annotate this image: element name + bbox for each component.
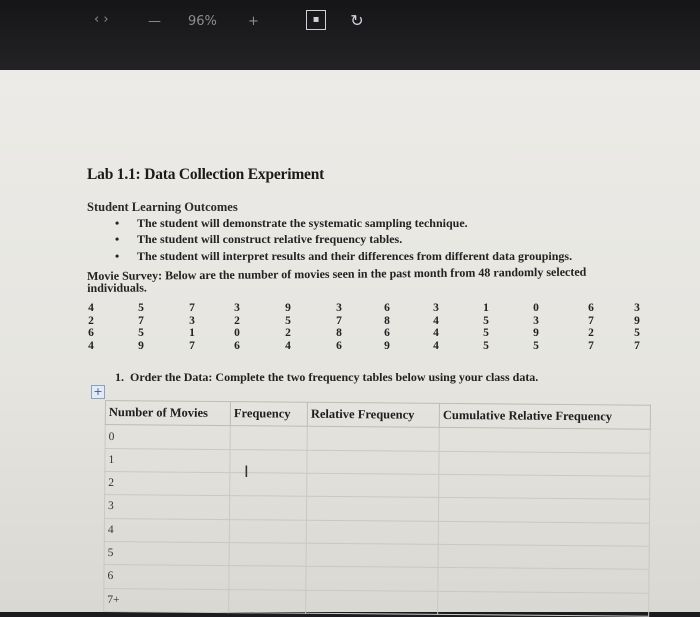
table-cell[interactable] [306, 496, 439, 522]
data-column: 3444 [433, 302, 439, 352]
viewer-toolbar: ‹ › — 96% + ▪ ↻ [0, 0, 700, 70]
data-column: 3206 [234, 302, 240, 352]
row-label: 0 [105, 424, 231, 450]
row-label: 7+ [103, 588, 229, 613]
table-move-handle-icon[interactable]: + [91, 385, 105, 399]
table-cell[interactable] [229, 449, 308, 474]
table-cell[interactable] [438, 451, 651, 477]
table-row: 7+ [103, 588, 649, 617]
data-column: 6727 [588, 302, 594, 352]
table-cell[interactable] [306, 519, 439, 545]
row-label: 3 [104, 494, 230, 520]
data-column: 3786 [336, 302, 342, 352]
table-cell[interactable] [228, 589, 306, 614]
bullet-icon: • [115, 249, 120, 263]
zoom-level: 96% [188, 14, 217, 29]
table-cell[interactable] [307, 426, 440, 452]
survey-data-grid: 4264 5759 7317 3206 9524 3786 6869 3444 … [84, 302, 654, 364]
row-label: 6 [103, 564, 230, 590]
table-cell[interactable] [437, 591, 649, 617]
table-cell[interactable] [439, 427, 651, 453]
table-cell[interactable] [229, 542, 307, 567]
minus-icon[interactable]: — [148, 14, 161, 29]
table-cell[interactable] [230, 425, 308, 450]
data-column: 0395 [533, 302, 539, 352]
table-cell[interactable] [229, 472, 307, 497]
table-cell[interactable] [438, 497, 650, 523]
bullet-icon: • [115, 232, 120, 246]
refresh-icon[interactable]: ↻ [346, 10, 368, 32]
back-icon[interactable]: ‹ › [94, 12, 109, 27]
bullet-icon: • [115, 216, 120, 230]
outcomes-heading: Student Learning Outcomes [87, 200, 238, 214]
table-cell[interactable] [229, 519, 307, 544]
row-label: 1 [104, 448, 231, 473]
row-label: 5 [104, 541, 230, 566]
data-column: 5759 [138, 302, 144, 352]
outcome-item: • The student will interpret results and… [115, 249, 573, 263]
page-title: Lab 1.1: Data Collection Experiment [87, 166, 325, 183]
table-cell[interactable] [306, 449, 440, 475]
survey-description: Movie Survey: Below are the number of mo… [86, 264, 587, 295]
table-cell[interactable] [437, 567, 650, 593]
square-icon[interactable]: ▪ [306, 10, 326, 30]
data-column: 7317 [189, 302, 195, 352]
data-column: 3957 [634, 302, 640, 352]
header-number-of-movies: Number of Movies [105, 400, 231, 426]
header-cumulative-relative-frequency: Cumulative Relative Frequency [439, 403, 651, 430]
row-label: 2 [104, 471, 230, 496]
table-cell[interactable] [438, 474, 650, 500]
table-cell[interactable] [438, 521, 650, 547]
table-cell[interactable] [228, 565, 307, 590]
outcome-item: • The student will demonstrate the syste… [115, 216, 468, 230]
table-cell[interactable] [305, 566, 439, 592]
table-cell[interactable] [306, 473, 439, 498]
table-cell[interactable] [306, 543, 439, 568]
plus-icon[interactable]: + [248, 14, 259, 29]
data-column: 1555 [483, 302, 489, 352]
row-label: 4 [104, 518, 230, 543]
table-cell[interactable] [305, 589, 438, 615]
data-column: 9524 [285, 302, 291, 352]
header-relative-frequency: Relative Frequency [307, 402, 440, 428]
outcome-item: • The student will construct relative fr… [115, 232, 403, 246]
data-column: 6869 [384, 302, 390, 352]
task-instruction: 1. Order the Data: Complete the two freq… [115, 370, 539, 384]
text-cursor-icon: Ι [244, 462, 249, 481]
table-cell[interactable] [438, 544, 650, 570]
table-cell[interactable] [229, 495, 307, 520]
data-column: 4264 [88, 302, 94, 352]
header-frequency: Frequency [230, 401, 308, 427]
frequency-table: Number of Movies Frequency Relative Freq… [103, 400, 651, 617]
